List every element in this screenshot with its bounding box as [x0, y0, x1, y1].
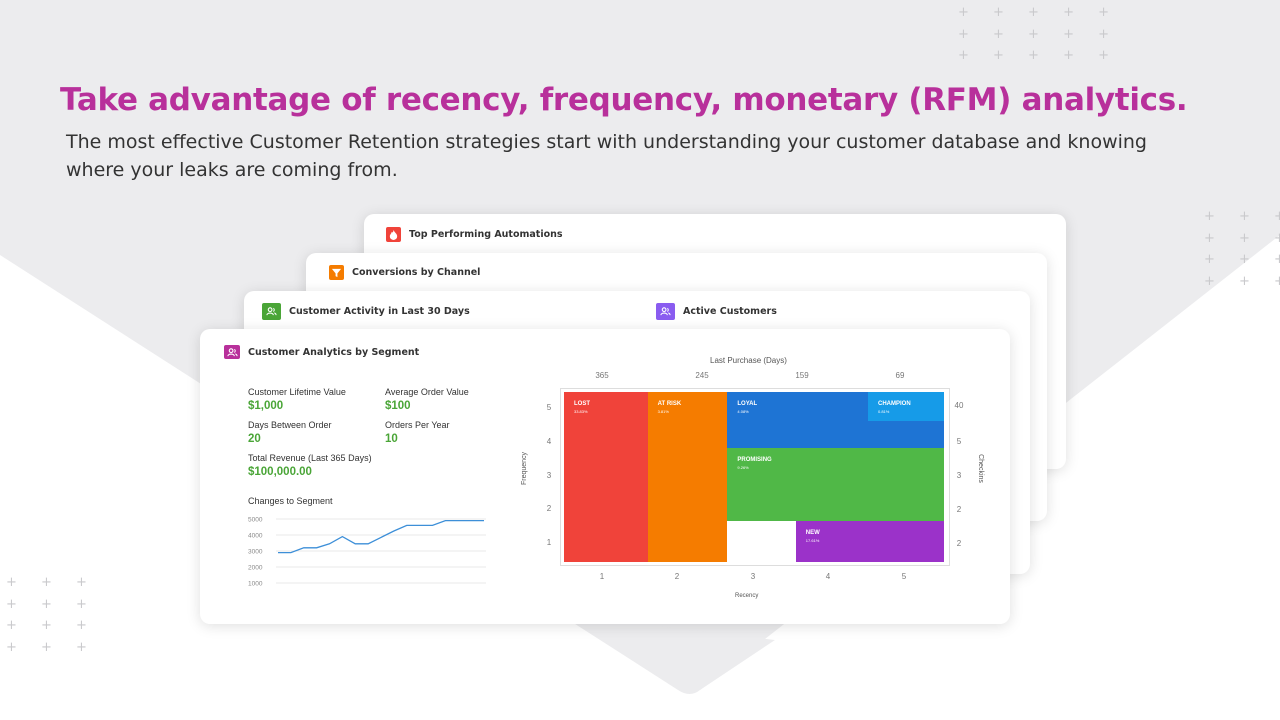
days-between-label: Days Between Order [248, 420, 332, 430]
x-tick: 5 [901, 572, 907, 581]
x-tick: 1 [599, 572, 605, 581]
segment-pct: 9.26% [737, 465, 749, 471]
days-between-value: 20 [248, 433, 261, 445]
segment-pct: 17.61% [805, 538, 820, 544]
orders-per-year-value: 10 [385, 433, 398, 445]
segment-name: AT RISK [657, 401, 682, 407]
card-segment[interactable]: Customer Analytics by Segment Customer L… [200, 329, 1010, 624]
x-axis-label: Recency [735, 593, 759, 599]
segment-pct: 33.83% [574, 409, 588, 414]
filter-icon [329, 265, 344, 280]
segment-pct: 0.81% [878, 409, 890, 414]
headline: Take advantage of recency, frequency, mo… [60, 82, 1188, 118]
segment-promising[interactable]: PROMISING 9.26% [727, 448, 944, 522]
card-title-activity: Customer Activity in Last 30 Days [289, 306, 470, 317]
ltv-label: Customer Lifetime Value [248, 387, 346, 397]
x-tick: 4 [825, 572, 831, 581]
card-title-conversions: Conversions by Channel [352, 267, 481, 278]
users-icon [224, 345, 240, 359]
segment-name: CHAMPION [878, 401, 911, 407]
top-tick: 159 [795, 371, 809, 380]
top-tick: 245 [695, 371, 709, 380]
segment-name: PROMISING [737, 457, 772, 464]
changes-title: Changes to Segment [248, 496, 333, 506]
segment-new[interactable]: NEW 17.61% [795, 521, 944, 562]
card-title-active-customers: Active Customers [683, 306, 777, 317]
top-tick: 69 [895, 371, 905, 380]
changes-line-chart: 5000 4000 3000 2000 1000 [246, 513, 490, 591]
aov-value: $100 [385, 400, 411, 412]
card-title-top-automations: Top Performing Automations [409, 229, 563, 240]
top-tick: 365 [595, 371, 609, 380]
line-y-tick: 5000 [248, 517, 263, 524]
ltv-value: $1,000 [248, 400, 284, 412]
segment-at-risk[interactable]: AT RISK 3.81% [647, 392, 728, 562]
total-revenue-label: Total Revenue (Last 365 Days) [248, 453, 372, 463]
segment-name: NEW [805, 530, 820, 537]
users-icon [656, 303, 675, 320]
plus-pattern-top: + + + + + + + + + + + + + + + [958, 5, 1119, 63]
plus-pattern-right: + + + + + + + + + + + + + + + + [1204, 209, 1280, 289]
line-y-tick: 1000 [248, 581, 263, 588]
card-title-segment: Customer Analytics by Segment [248, 346, 420, 358]
line-series [278, 519, 484, 554]
users-icon [262, 303, 281, 320]
line-y-tick: 4000 [248, 533, 263, 540]
segment-pct: 4.08% [737, 409, 749, 414]
fire-icon [386, 227, 401, 242]
orders-per-year-label: Orders Per Year [385, 420, 450, 430]
line-y-tick: 2000 [248, 565, 263, 572]
subtext: The most effective Customer Retention st… [66, 131, 1147, 181]
segment-pct: 3.81% [657, 409, 669, 414]
top-axis-label: Last Purchase (Days) [710, 356, 787, 365]
segment-name: LOYAL [737, 401, 758, 407]
segment-champion[interactable]: CHAMPION 0.81% [868, 392, 944, 421]
plus-pattern-left: + + + + + + + + + + + + [6, 575, 97, 655]
x-tick: 2 [674, 572, 680, 581]
segment-name: LOST [574, 401, 590, 407]
total-revenue-value: $100,000.00 [248, 466, 312, 478]
y-axis-label: Frequency [521, 451, 529, 486]
right-axis-label: Checkins [976, 454, 984, 483]
segment-lost[interactable]: LOST 33.83% [564, 392, 648, 562]
line-y-tick: 3000 [248, 549, 263, 556]
x-tick: 3 [750, 572, 756, 581]
rfm-heatmap: Last Purchase (Days) 365 245 159 69 Frequen… [510, 353, 1000, 615]
aov-label: Average Order Value [385, 387, 469, 397]
